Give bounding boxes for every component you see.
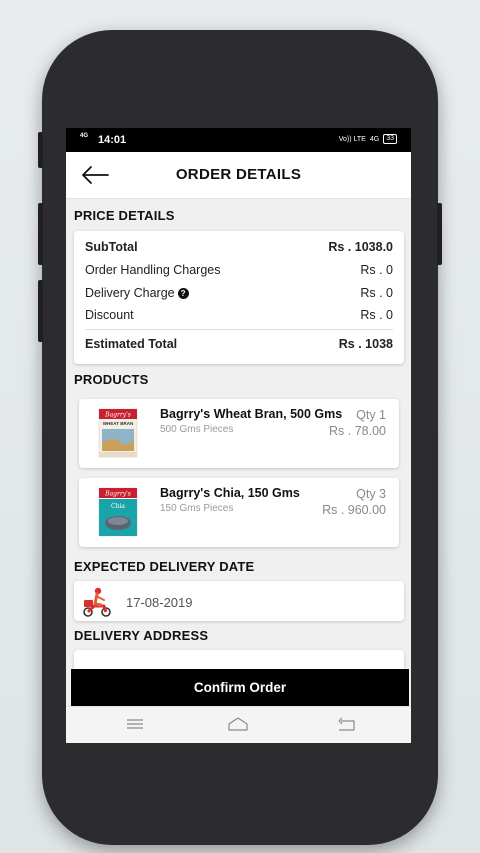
phone-side-button — [38, 203, 43, 265]
product-card[interactable]: Bagrry's Chia Bagrry's Chia, 150 Gms 150… — [79, 478, 399, 547]
wheat-bran-product-image: Bagrry's WHEAT BRAN — [98, 408, 138, 458]
product-subtitle: 500 Gms Pieces — [160, 424, 234, 435]
delivery-date: 17-08-2019 — [126, 595, 193, 610]
phone-side-button — [38, 132, 43, 168]
price-label-wrap: Delivery Charge? — [85, 286, 189, 300]
price-label: SubTotal — [85, 240, 138, 254]
handling-charges-row: Order Handling Charges Rs . 0 — [85, 263, 393, 277]
phone-side-button — [437, 203, 442, 265]
subtotal-row: SubTotal Rs . 1038.0 — [85, 240, 393, 254]
delivery-address-title: DELIVERY ADDRESS — [74, 628, 209, 643]
chia-product-image: Bagrry's Chia — [98, 487, 138, 537]
delivery-scooter-icon — [83, 587, 111, 617]
status-right: Vo)) LTE 4G 33 — [339, 134, 397, 144]
product-card[interactable]: Bagrry's WHEAT BRAN Bagrry's Wheat Bran,… — [79, 399, 399, 468]
brand-logo-text: Bagrry's — [104, 412, 131, 419]
status-time: 14:01 — [98, 134, 127, 146]
status-bar: 4G 14:01 Vo)) LTE 4G 33 — [66, 128, 411, 152]
price-label: Discount — [85, 308, 134, 322]
pack-label-text: Chia — [111, 503, 125, 510]
product-name: Bagrry's Wheat Bran, 500 Gms — [160, 407, 343, 421]
signal-network: 4G — [80, 133, 89, 139]
product-name: Bagrry's Chia, 150 Gms — [160, 486, 300, 500]
menu-icon[interactable] — [124, 715, 146, 733]
product-qty: Qty 1 — [356, 408, 386, 422]
total-value: Rs . 1038 — [338, 337, 393, 351]
delivery-date-card: 17-08-2019 — [74, 581, 404, 621]
phone-screen: 4G 14:01 Vo)) LTE 4G 33 ORDER DETAILS PR… — [66, 128, 411, 743]
battery-icon: 33 — [383, 134, 397, 144]
home-icon[interactable] — [227, 715, 249, 733]
price-details-title: PRICE DETAILS — [74, 208, 175, 223]
divider — [85, 329, 393, 330]
price-label: Order Handling Charges — [85, 263, 221, 277]
confirm-order-button[interactable]: Confirm Order — [71, 669, 409, 706]
product-subtitle: 150 Gms Pieces — [160, 503, 234, 514]
volte-icon: Vo)) LTE — [338, 135, 366, 143]
price-value: Rs . 0 — [360, 263, 393, 277]
pack-label-text: WHEAT BRAN — [103, 421, 133, 426]
back-nav-icon[interactable] — [336, 715, 358, 733]
phone-side-button — [38, 280, 43, 342]
estimated-total-row: Estimated Total Rs . 1038 — [85, 337, 393, 351]
delivery-charge-row: Delivery Charge? Rs . 0 — [85, 286, 393, 300]
network-type: 4G — [369, 135, 380, 143]
total-label: Estimated Total — [85, 337, 178, 351]
delivery-date-title: EXPECTED DELIVERY DATE — [74, 559, 255, 574]
price-label: Delivery Charge — [85, 286, 175, 300]
app-header: ORDER DETAILS — [66, 152, 411, 199]
price-value: Rs . 0 — [360, 286, 393, 300]
brand-logo-text: Bagrry's — [104, 491, 131, 498]
page-title: ORDER DETAILS — [175, 166, 302, 183]
products-title: PRODUCTS — [74, 372, 149, 387]
price-value: Rs . 0 — [360, 308, 393, 322]
product-price: Rs . 78.00 — [329, 424, 386, 438]
help-icon[interactable]: ? — [177, 288, 189, 299]
product-price: Rs . 960.00 — [322, 503, 386, 517]
discount-row: Discount Rs . 0 — [85, 308, 393, 322]
price-details-card: SubTotal Rs . 1038.0 Order Handling Char… — [74, 231, 404, 364]
price-value: Rs . 1038.0 — [328, 240, 393, 254]
product-qty: Qty 3 — [356, 487, 386, 501]
android-nav-bar — [66, 706, 411, 743]
